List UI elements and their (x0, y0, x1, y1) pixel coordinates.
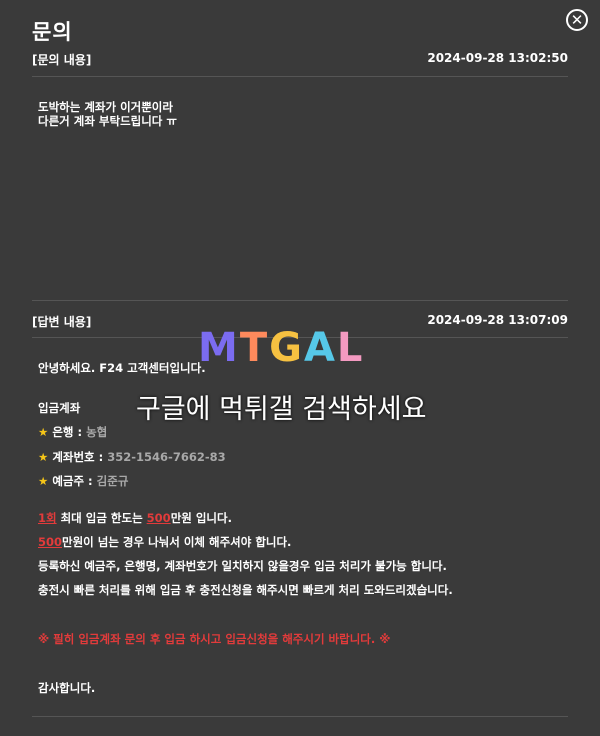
over-end: 만원이 넘는 경우 나눠서 이체 해주셔야 합니다. (62, 535, 292, 549)
bank-value: 농협 (86, 425, 108, 439)
holder-row: ★ 예금주 : 김준규 (38, 473, 128, 489)
logo-letter: A (303, 325, 337, 371)
account-row: ★ 계좌번호 : 352-1546-7662-83 (38, 449, 226, 465)
thanks-text: 감사합니다. (38, 681, 96, 695)
account-label: 계좌번호 : (52, 450, 104, 464)
watermark-logo: MTGAL (198, 325, 364, 371)
star-icon: ★ (38, 425, 49, 439)
holder-value: 김준규 (96, 474, 129, 488)
question-label: [문의 내용] (32, 53, 92, 67)
limit-end: 만원 입니다. (170, 511, 232, 525)
logo-letter: M (198, 325, 240, 371)
page-title: 문의 (32, 20, 73, 44)
star-icon: ★ (38, 474, 49, 488)
limit-count: 1회 (38, 511, 57, 525)
limit-mid: 최대 입금 한도는 (56, 511, 147, 525)
holder-label: 예금주 : (52, 474, 93, 488)
logo-letter: T (239, 325, 270, 371)
account-value: 352-1546-7662-83 (107, 450, 226, 464)
star-icon: ★ (38, 450, 49, 464)
notice-text: ※ 필히 입금계좌 문의 후 입금 하시고 입금신청을 해주시기 바랍니다. ※ (38, 632, 391, 646)
answer-timestamp: 2024-09-28 13:07:09 (427, 313, 568, 327)
fast-process-rule: 충전시 빠른 처리를 위해 입금 후 충전신청을 해주시면 빠르게 처리 도와드… (38, 583, 453, 597)
mismatch-rule: 등록하신 예금주, 은행명, 계좌번호가 일치하지 않을경우 입금 처리가 불가… (38, 559, 447, 573)
deposit-title: 입금계좌 (38, 401, 81, 415)
watermark-text: 구글에 먹튀갤 검색하세요 (136, 394, 427, 425)
divider (32, 716, 568, 717)
bank-row: ★ 은행 : 농협 (38, 424, 107, 440)
greeting-text: 안녕하세요. F24 고객센터입니다. (38, 361, 206, 375)
question-body: 도박하는 계좌가 이거뿐이라 다른거 계좌 부탁드립니다 ㅠ (38, 100, 177, 128)
question-line: 다른거 계좌 부탁드립니다 ㅠ (38, 114, 177, 128)
question-timestamp: 2024-09-28 13:02:50 (427, 51, 568, 65)
bank-label: 은행 : (52, 425, 83, 439)
question-line: 도박하는 계좌가 이거뿐이라 (38, 100, 173, 114)
logo-letter: L (336, 325, 365, 371)
question-header: [문의 내용] 2024-09-28 13:02:50 (32, 51, 568, 68)
divider (32, 76, 568, 77)
divider (32, 300, 568, 301)
over-amount: 500 (38, 535, 63, 549)
limit-amount: 500 (146, 511, 171, 525)
over-limit-text: 500만원이 넘는 경우 나눠서 이체 해주셔야 합니다. (38, 534, 291, 550)
close-icon[interactable]: ✕ (566, 9, 588, 31)
answer-label: [답변 내용] (32, 315, 92, 329)
logo-letter: G (269, 325, 304, 371)
limit-text: 1회 최대 입금 한도는 500만원 입니다. (38, 510, 232, 526)
